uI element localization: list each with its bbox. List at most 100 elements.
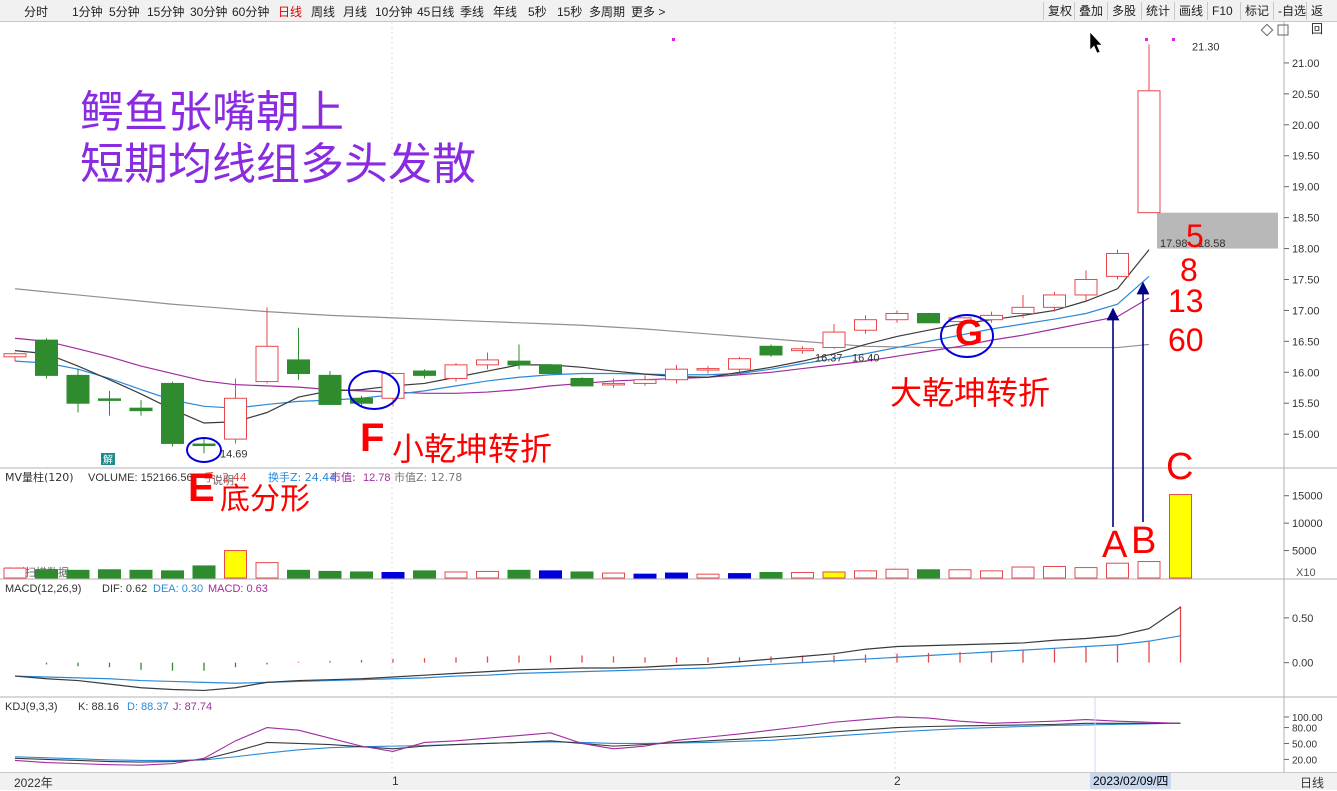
volume-bar	[791, 572, 814, 579]
high-price-label: 21.30	[1192, 41, 1220, 53]
volume-bar	[1043, 565, 1066, 579]
toolbar-button-5[interactable]: F10	[1207, 2, 1237, 20]
kdj-k: K: 88.16	[78, 701, 119, 713]
candle-up	[728, 358, 751, 370]
kdj-d: D: 88.37	[127, 701, 169, 713]
volume-bar	[633, 573, 657, 579]
period-indicator[interactable]: 日线	[1300, 774, 1324, 791]
period-16[interactable]: 更多 >	[631, 3, 665, 20]
volume-bar	[822, 571, 846, 579]
volume-bar	[854, 570, 877, 579]
candle-up	[665, 368, 688, 381]
price-tick-label: 19.50	[1292, 151, 1320, 163]
kdj-tick-label: 100.00	[1292, 713, 1323, 724]
volume-bar	[287, 569, 310, 579]
volume-bar	[1011, 566, 1035, 579]
price-tick-label: 19.00	[1292, 182, 1320, 194]
signal-marker	[1145, 38, 1148, 41]
kdj-d-line	[14, 722, 1181, 762]
mouse-cursor-icon	[1089, 31, 1103, 54]
price-tick-label: 18.50	[1292, 213, 1320, 225]
volume-bar	[98, 569, 121, 579]
price-tick-label: 20.50	[1292, 89, 1320, 101]
period-8[interactable]: 月线	[343, 3, 367, 20]
volume-tick-label: 5000	[1292, 546, 1316, 558]
candle-down	[318, 374, 342, 405]
toolbar-button-4[interactable]: 画线	[1174, 2, 1207, 20]
label-c: C	[1166, 446, 1194, 488]
volume-title: MV量柱(120)	[5, 470, 74, 484]
toolbar-button-6[interactable]: 标记	[1240, 2, 1273, 20]
macd-title: MACD(12,26,9)	[5, 583, 81, 595]
price-tick-label: 16.00	[1292, 367, 1320, 379]
toolbar-button-3[interactable]: 统计	[1141, 2, 1174, 20]
volume-bar	[224, 550, 247, 579]
volume-bar	[413, 570, 436, 579]
period-0[interactable]: 分时	[24, 3, 48, 20]
volume-bar	[476, 570, 499, 579]
volume-value: VOLUME: 152166.56	[88, 472, 193, 484]
toolbar-button-1[interactable]: 叠加	[1074, 2, 1107, 20]
period-toolbar: 分时 1分钟 5分钟 15分钟 30分钟 60分钟 日线 周线 月线 10分钟 45日线 季线 年线 5秒…	[0, 0, 1337, 36]
window-toggle-icon	[1277, 24, 1289, 36]
price-tick-label: 15.50	[1292, 398, 1320, 410]
candle-up	[791, 348, 814, 352]
candle-up	[696, 368, 720, 371]
volume-bar	[35, 569, 58, 579]
volume-bar	[129, 569, 153, 579]
period-2[interactable]: 5分钟	[109, 3, 140, 20]
volume-bar	[1137, 561, 1161, 579]
candle-up	[633, 379, 657, 384]
candle-up	[1043, 294, 1066, 308]
price-tick-label: 18.00	[1292, 244, 1320, 256]
toolbar-button-8[interactable]: 返回	[1306, 2, 1337, 36]
toolbar-button-2[interactable]: 多股	[1107, 2, 1140, 20]
period-3[interactable]: 15分钟	[147, 3, 184, 20]
volume-bar	[948, 569, 972, 579]
candle-up	[255, 345, 279, 383]
period-10[interactable]: 45日线	[417, 3, 454, 20]
volume-bar	[1169, 494, 1192, 579]
volume-bar	[759, 572, 783, 579]
toolbar-button-0[interactable]: 复权	[1043, 2, 1076, 20]
candle-down	[98, 398, 121, 401]
period-1[interactable]: 1分钟	[72, 3, 103, 20]
volume-bar	[696, 573, 720, 579]
volume-bar	[3, 567, 27, 579]
candle-up	[444, 364, 468, 379]
signal-marker	[1172, 38, 1175, 41]
candle-down	[161, 382, 184, 444]
volume-bar	[255, 562, 279, 579]
volume-bar	[192, 565, 216, 579]
period-7[interactable]: 周线	[311, 3, 335, 20]
ma-label-a: 16.37	[815, 352, 843, 364]
volume-bar	[507, 569, 531, 579]
period-13[interactable]: 5秒	[528, 3, 547, 20]
volume-bar	[350, 571, 373, 579]
label-a: A	[1102, 524, 1128, 566]
period-9[interactable]: 10分钟	[375, 3, 412, 20]
volume-bar	[539, 570, 562, 579]
label-e-text: 底分形	[220, 482, 310, 517]
mktcap-label: 市值:	[330, 470, 356, 484]
candle-up	[1106, 252, 1129, 277]
kdj-tick-label: 80.00	[1292, 724, 1317, 735]
period-4[interactable]: 30分钟	[190, 3, 227, 20]
period-15[interactable]: 多周期	[589, 3, 625, 20]
candle-down	[539, 364, 562, 375]
period-12[interactable]: 年线	[493, 3, 517, 20]
volume-bar	[728, 573, 751, 579]
period-5[interactable]: 60分钟	[232, 3, 269, 20]
volume-bar	[444, 571, 468, 579]
toolbar-button-7[interactable]: -自选	[1273, 2, 1310, 20]
time-axis-bar: 2022年 1 2 2023/02/09/四 日线	[0, 772, 1337, 790]
period-14[interactable]: 15秒	[557, 3, 582, 20]
kdj-panel: KDJ(9,3,3) K: 88.16 D: 88.37 J: 87.74 100.00…	[5, 697, 1323, 772]
volume-bar	[602, 572, 625, 579]
period-11[interactable]: 季线	[460, 3, 484, 20]
volume-multiplier: X10	[1296, 567, 1316, 579]
macd-tick-label: 0.00	[1292, 658, 1313, 670]
period-6[interactable]: 日线	[278, 3, 302, 20]
ma-label-c: 17.98	[1160, 238, 1188, 250]
candle-down	[287, 359, 310, 375]
